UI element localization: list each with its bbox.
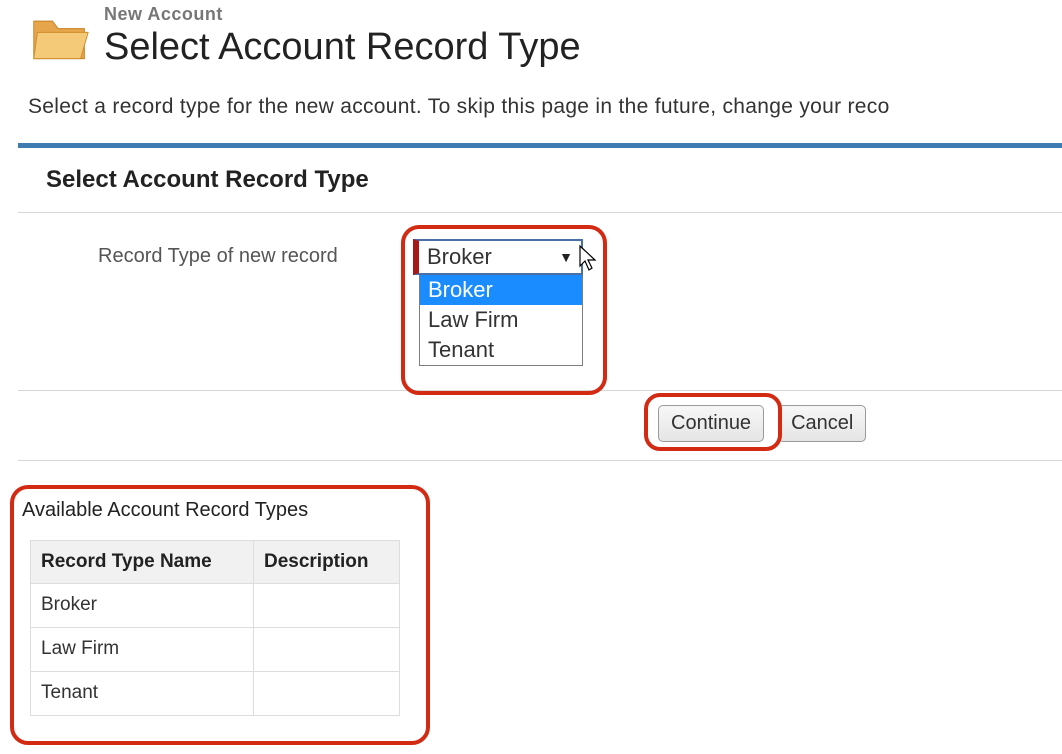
page-header: New Account Select Account Record Type — [0, 0, 1062, 69]
cell-description — [253, 671, 399, 715]
breadcrumb: New Account — [104, 4, 581, 25]
available-types-section: Available Account Record Types Record Ty… — [18, 491, 426, 716]
cell-description — [253, 583, 399, 627]
page-title: Select Account Record Type — [104, 27, 581, 69]
panel-heading: Select Account Record Type — [18, 148, 1062, 213]
available-types-table: Record Type Name Description BrokerLaw F… — [30, 540, 400, 716]
record-type-options-list: BrokerLaw FirmTenant — [419, 275, 583, 366]
table-row: Law Firm — [31, 627, 400, 671]
record-type-option[interactable]: Broker — [420, 275, 582, 305]
folder-icon — [30, 8, 90, 68]
form-panel: Select Account Record Type Record Type o… — [18, 143, 1062, 461]
cell-record-type-name: Tenant — [31, 671, 254, 715]
button-bar: Continue Cancel — [18, 391, 1062, 461]
cell-record-type-name: Broker — [31, 583, 254, 627]
continue-button[interactable]: Continue — [658, 405, 764, 442]
cell-description — [253, 627, 399, 671]
table-row: Tenant — [31, 671, 400, 715]
chevron-down-icon: ▼ — [559, 249, 573, 265]
instructions-text: Select a record type for the new account… — [0, 69, 1062, 129]
col-record-type-name: Record Type Name — [31, 540, 254, 583]
cell-record-type-name: Law Firm — [31, 627, 254, 671]
record-type-option[interactable]: Tenant — [420, 335, 582, 365]
record-type-selected-value: Broker — [427, 244, 492, 270]
col-description: Description — [253, 540, 399, 583]
table-row: Broker — [31, 583, 400, 627]
record-type-select[interactable]: Broker ▼ — [413, 239, 583, 275]
record-type-option[interactable]: Law Firm — [420, 305, 582, 335]
available-types-heading: Available Account Record Types — [18, 499, 426, 540]
record-type-label: Record Type of new record — [18, 239, 413, 268]
record-type-row: Record Type of new record Broker ▼ Broke… — [18, 213, 1062, 391]
cancel-button[interactable]: Cancel — [778, 405, 866, 442]
